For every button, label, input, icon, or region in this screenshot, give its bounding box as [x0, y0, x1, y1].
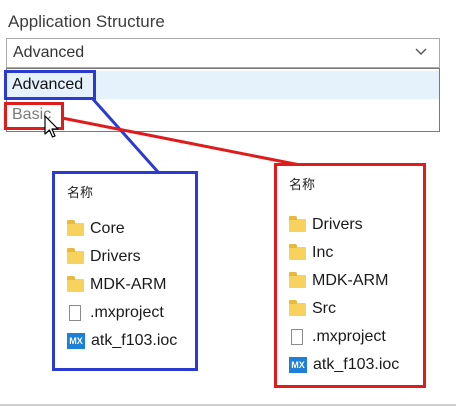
item-name: .mxproject — [312, 328, 386, 345]
item-name: MDK-ARM — [312, 272, 389, 289]
folder-icon — [289, 271, 306, 288]
application-structure-select[interactable]: Advanced — [6, 38, 440, 68]
item-name: MDK-ARM — [90, 276, 167, 293]
bottom-divider — [0, 404, 456, 406]
panel-column-header: 名称 — [67, 185, 94, 200]
item-name: atk_f103.ioc — [91, 332, 178, 349]
item-name: Core — [90, 220, 125, 237]
folder-icon — [289, 243, 306, 260]
folder-icon — [289, 215, 306, 232]
file-icon — [69, 305, 81, 321]
folder-icon — [67, 219, 84, 236]
folder-icon — [67, 275, 84, 292]
folder-icon — [289, 299, 306, 316]
item-name: Drivers — [90, 248, 141, 265]
file-item-ioc[interactable]: MX atk_f103.ioc — [67, 330, 177, 352]
advanced-highlight-frame — [4, 70, 96, 100]
item-name: Drivers — [312, 216, 363, 233]
mx-icon: MX — [67, 333, 85, 349]
folder-icon — [67, 247, 84, 264]
item-name: atk_f103.ioc — [313, 356, 400, 373]
mx-icon: MX — [289, 357, 307, 373]
file-item-ioc[interactable]: MX atk_f103.ioc — [289, 354, 399, 376]
folder-item-drivers[interactable]: Drivers — [289, 214, 363, 236]
folder-item-mdk-arm[interactable]: MDK-ARM — [67, 274, 166, 296]
mouse-cursor-icon — [44, 115, 59, 138]
folder-item-drivers[interactable]: Drivers — [67, 246, 141, 268]
folder-item-core[interactable]: Core — [67, 218, 125, 240]
folder-item-inc[interactable]: Inc — [289, 242, 333, 264]
file-icon — [291, 329, 303, 345]
select-current-value: Advanced — [13, 44, 85, 61]
chevron-down-icon — [415, 48, 427, 55]
option-basic[interactable]: Basic — [7, 101, 439, 129]
panel-column-header: 名称 — [289, 177, 316, 192]
file-item-mxproject[interactable]: .mxproject — [67, 302, 164, 324]
item-name: Src — [312, 300, 336, 317]
folder-item-mdk-arm[interactable]: MDK-ARM — [289, 270, 388, 292]
basic-structure-panel: 名称 Drivers Inc MDK-ARM Src .mxproject MX… — [274, 163, 426, 388]
folder-item-src[interactable]: Src — [289, 298, 336, 320]
item-name: Inc — [312, 244, 334, 261]
item-name: .mxproject — [90, 304, 164, 321]
file-item-mxproject[interactable]: .mxproject — [289, 326, 386, 348]
advanced-structure-panel: 名称 Core Drivers MDK-ARM .mxproject MX at… — [52, 171, 198, 371]
application-structure-label: Application Structure — [8, 12, 165, 31]
